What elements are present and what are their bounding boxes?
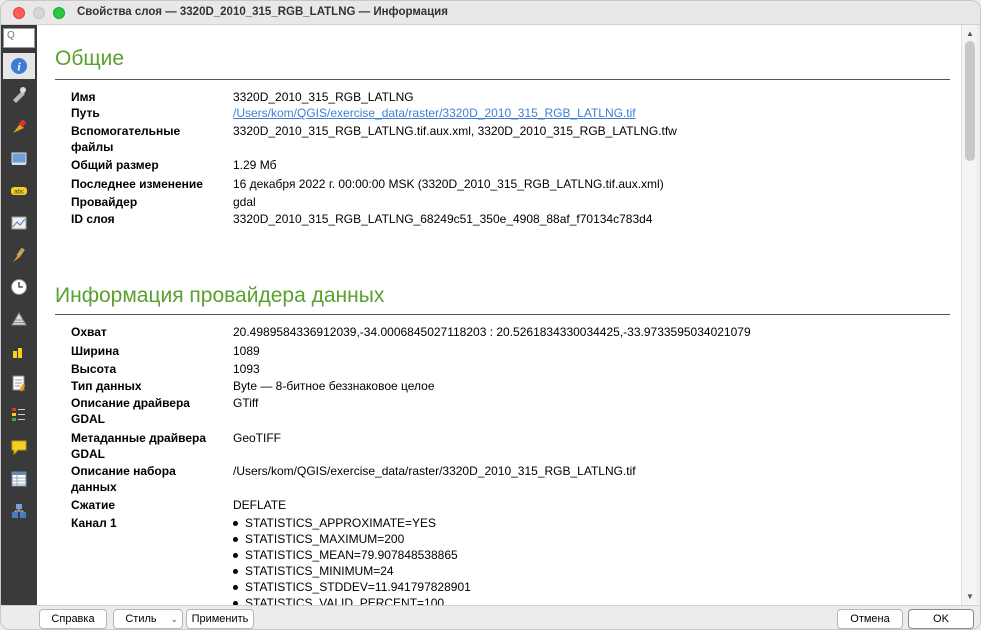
dialog-button-bar: Справка Стиль ⌄ Применить Отмена OK bbox=[1, 605, 980, 629]
sidebar-item-labels[interactable]: abc bbox=[9, 181, 29, 201]
layer-properties-window: Свойства слоя — 3320D_2010_315_RGB_LATLN… bbox=[0, 0, 981, 630]
maximize-window-button[interactable] bbox=[53, 7, 65, 19]
transparency-icon bbox=[11, 152, 27, 165]
speech-bubble-icon bbox=[11, 440, 27, 456]
row-value: 20.4989584336912039,-34.0006845027118203… bbox=[233, 325, 751, 339]
elevation-icon bbox=[13, 344, 23, 358]
row-key: Высота bbox=[71, 362, 117, 376]
style-button[interactable]: Стиль ⌄ bbox=[113, 609, 183, 629]
server-icon bbox=[12, 504, 26, 518]
rendering-icon bbox=[13, 247, 25, 262]
row-value: 3320D_2010_315_RGB_LATLNG_68249c51_350e_… bbox=[233, 212, 653, 226]
sidebar-item-legend[interactable] bbox=[9, 405, 29, 425]
row-key: Последнее изменение bbox=[71, 177, 203, 191]
labels-icon: abc bbox=[11, 187, 27, 196]
row-value: 1.29 Мб bbox=[233, 158, 277, 172]
sidebar-item-display[interactable] bbox=[9, 437, 29, 457]
minimize-window-button[interactable] bbox=[33, 7, 45, 19]
list-item: STATISTICS_MINIMUM=24 bbox=[233, 563, 471, 579]
row-key: Общий размер bbox=[71, 158, 159, 172]
attribute-table-icon bbox=[11, 471, 27, 487]
window-title: Свойства слоя — 3320D_2010_315_RGB_LATLN… bbox=[77, 6, 448, 18]
help-button[interactable]: Справка bbox=[39, 609, 107, 629]
band-1-statistics-list: STATISTICS_APPROXIMATE=YES STATISTICS_MA… bbox=[233, 515, 471, 605]
apply-button[interactable]: Применить bbox=[186, 609, 254, 629]
sidebar-item-transparency[interactable] bbox=[9, 149, 29, 169]
row-value: /Users/kom/QGIS/exercise_data/raster/332… bbox=[233, 464, 636, 478]
row-value: 3320D_2010_315_RGB_LATLNG bbox=[233, 90, 414, 104]
scroll-up-arrow-icon[interactable]: ▲ bbox=[966, 29, 974, 38]
legend-icon bbox=[12, 408, 25, 421]
row-key: Имя bbox=[71, 90, 96, 104]
sidebar-item-temporal[interactable] bbox=[9, 277, 29, 297]
metadata-icon bbox=[12, 375, 26, 392]
chevron-down-icon: ⌄ bbox=[170, 614, 178, 624]
sidebar-item-source[interactable] bbox=[9, 85, 29, 105]
row-value: gdal bbox=[233, 195, 256, 209]
sidebar-item-metadata[interactable] bbox=[9, 373, 29, 393]
row-key: Тип данных bbox=[71, 379, 142, 393]
row-value: DEFLATE bbox=[233, 498, 287, 512]
list-item: STATISTICS_MAXIMUM=200 bbox=[233, 531, 471, 547]
row-value: 16 декабря 2022 г. 00:00:00 MSK (3320D_2… bbox=[233, 177, 664, 191]
style-button-label: Стиль bbox=[125, 613, 157, 625]
info-icon: i bbox=[11, 58, 27, 74]
row-value: 1089 bbox=[233, 344, 260, 358]
list-item: STATISTICS_MEAN=79.907848538865 bbox=[233, 547, 471, 563]
row-value: 3320D_2010_315_RGB_LATLNG.tif.aux.xml, 3… bbox=[233, 124, 677, 138]
provider-section-heading: Информация провайдера данных bbox=[55, 284, 385, 307]
vertical-scrollbar[interactable]: ▲ ▼ bbox=[961, 25, 977, 605]
row-key: Вспомогательные файлы bbox=[71, 124, 181, 154]
sidebar-item-rendering[interactable] bbox=[9, 245, 29, 265]
close-window-button[interactable] bbox=[13, 7, 25, 19]
row-key: Путь bbox=[71, 106, 100, 120]
list-item: STATISTICS_APPROXIMATE=YES bbox=[233, 515, 471, 531]
sidebar-item-pyramids[interactable] bbox=[9, 309, 29, 329]
row-value: GeoTIFF bbox=[233, 431, 282, 445]
source-icon bbox=[13, 87, 26, 103]
cancel-button[interactable]: Отмена bbox=[837, 609, 903, 629]
section-divider bbox=[55, 79, 950, 80]
pyramids-icon bbox=[11, 312, 27, 326]
title-bar: Свойства слоя — 3320D_2010_315_RGB_LATLN… bbox=[1, 1, 980, 25]
list-item: STATISTICS_VALID_PERCENT=100 bbox=[233, 595, 471, 605]
row-key: Канал 1 bbox=[71, 516, 117, 530]
ok-button[interactable]: OK bbox=[908, 609, 974, 629]
path-link[interactable]: /Users/kom/QGIS/exercise_data/raster/332… bbox=[233, 105, 636, 121]
row-value: GTiff bbox=[233, 396, 259, 410]
row-key: Описание набора данных bbox=[71, 464, 176, 494]
row-key: Провайдер bbox=[71, 195, 138, 209]
general-section-heading: Общие bbox=[55, 47, 125, 70]
sidebar-item-symbology[interactable] bbox=[9, 117, 29, 137]
symbology-icon bbox=[13, 119, 27, 133]
section-divider bbox=[55, 314, 950, 315]
sidebar-item-information[interactable]: i bbox=[3, 53, 35, 79]
information-panel: Общие Имя 3320D_2010_315_RGB_LATLNG Путь… bbox=[37, 25, 961, 605]
sidebar-item-elevation[interactable] bbox=[9, 341, 29, 361]
row-key: ID слоя bbox=[71, 212, 115, 226]
histogram-icon bbox=[11, 216, 27, 230]
svg-text:abc: abc bbox=[14, 190, 24, 196]
properties-sidebar: Q i abc bbox=[1, 25, 37, 605]
row-key: Описание драйвера GDAL bbox=[71, 396, 190, 426]
sidebar-item-histogram[interactable] bbox=[9, 213, 29, 233]
sidebar-item-server[interactable] bbox=[9, 501, 29, 521]
clock-icon bbox=[11, 279, 27, 295]
row-key: Охват bbox=[71, 325, 107, 339]
row-value: 1093 bbox=[233, 362, 260, 376]
row-key: Метаданные драйвера GDAL bbox=[71, 431, 206, 461]
sidebar-search-input[interactable]: Q bbox=[3, 28, 35, 48]
sidebar-item-attribute-table[interactable] bbox=[9, 469, 29, 489]
scrollbar-thumb[interactable] bbox=[965, 41, 975, 161]
search-icon: Q bbox=[7, 30, 15, 41]
row-key: Ширина bbox=[71, 344, 120, 358]
row-value: Byte — 8-битное беззнаковое целое bbox=[233, 379, 435, 393]
row-key: Сжатие bbox=[71, 498, 116, 512]
list-item: STATISTICS_STDDEV=11.941797828901 bbox=[233, 579, 471, 595]
scroll-down-arrow-icon[interactable]: ▼ bbox=[966, 592, 974, 601]
